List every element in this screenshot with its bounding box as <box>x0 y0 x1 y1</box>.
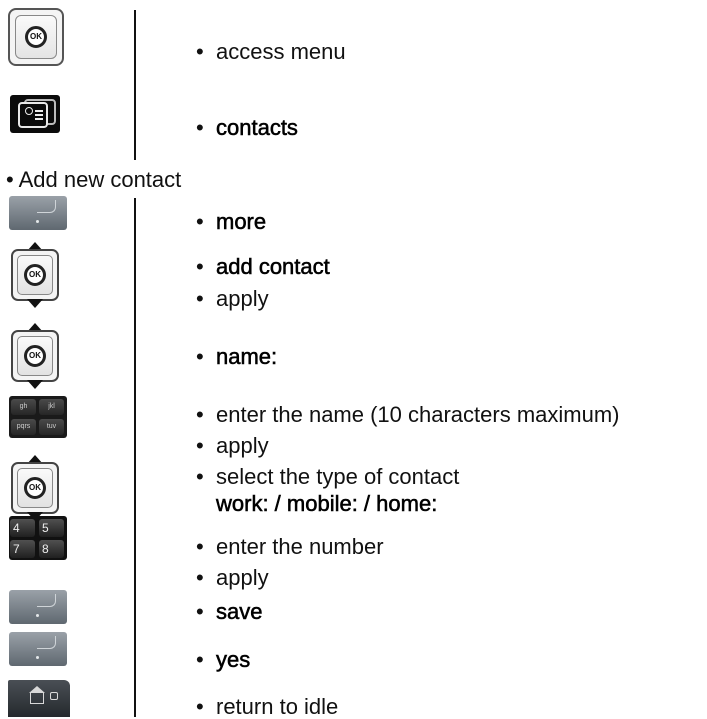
softkey-icon <box>9 590 67 624</box>
navigation-key-icon: OK <box>9 242 61 308</box>
softkey-icon <box>9 196 67 230</box>
key-gh: gh <box>11 399 36 415</box>
key-jkl: jkl <box>39 399 64 415</box>
ok-label: OK <box>25 26 47 48</box>
divider-line-bottom <box>134 198 136 717</box>
key-7: 7 <box>10 540 35 558</box>
navigation-key-icon: OK <box>9 455 61 521</box>
lock-icon <box>50 692 58 700</box>
ok-button-icon: OK <box>8 8 64 66</box>
ok-label: OK <box>24 345 46 367</box>
ok-label: OK <box>24 477 46 499</box>
softkey-icon <box>9 632 67 666</box>
numeric-keypad-icon: 4 5 7 8 <box>9 516 67 560</box>
key-pqrs: pqrs <box>11 419 36 435</box>
keypad-icon: gh jkl pqrs tuv <box>9 396 67 438</box>
key-tuv: tuv <box>39 419 64 435</box>
key-5: 5 <box>39 519 64 537</box>
key-8: 8 <box>39 540 64 558</box>
key-4: 4 <box>10 519 35 537</box>
contact-types: work: / mobile: / home: <box>216 491 438 516</box>
ok-label: OK <box>24 264 46 286</box>
section-title: • Add new contact <box>6 167 182 192</box>
home-key-icon <box>8 680 70 717</box>
contacts-icon <box>10 95 60 133</box>
divider-line-top <box>134 10 136 160</box>
navigation-key-icon: OK <box>9 323 61 389</box>
